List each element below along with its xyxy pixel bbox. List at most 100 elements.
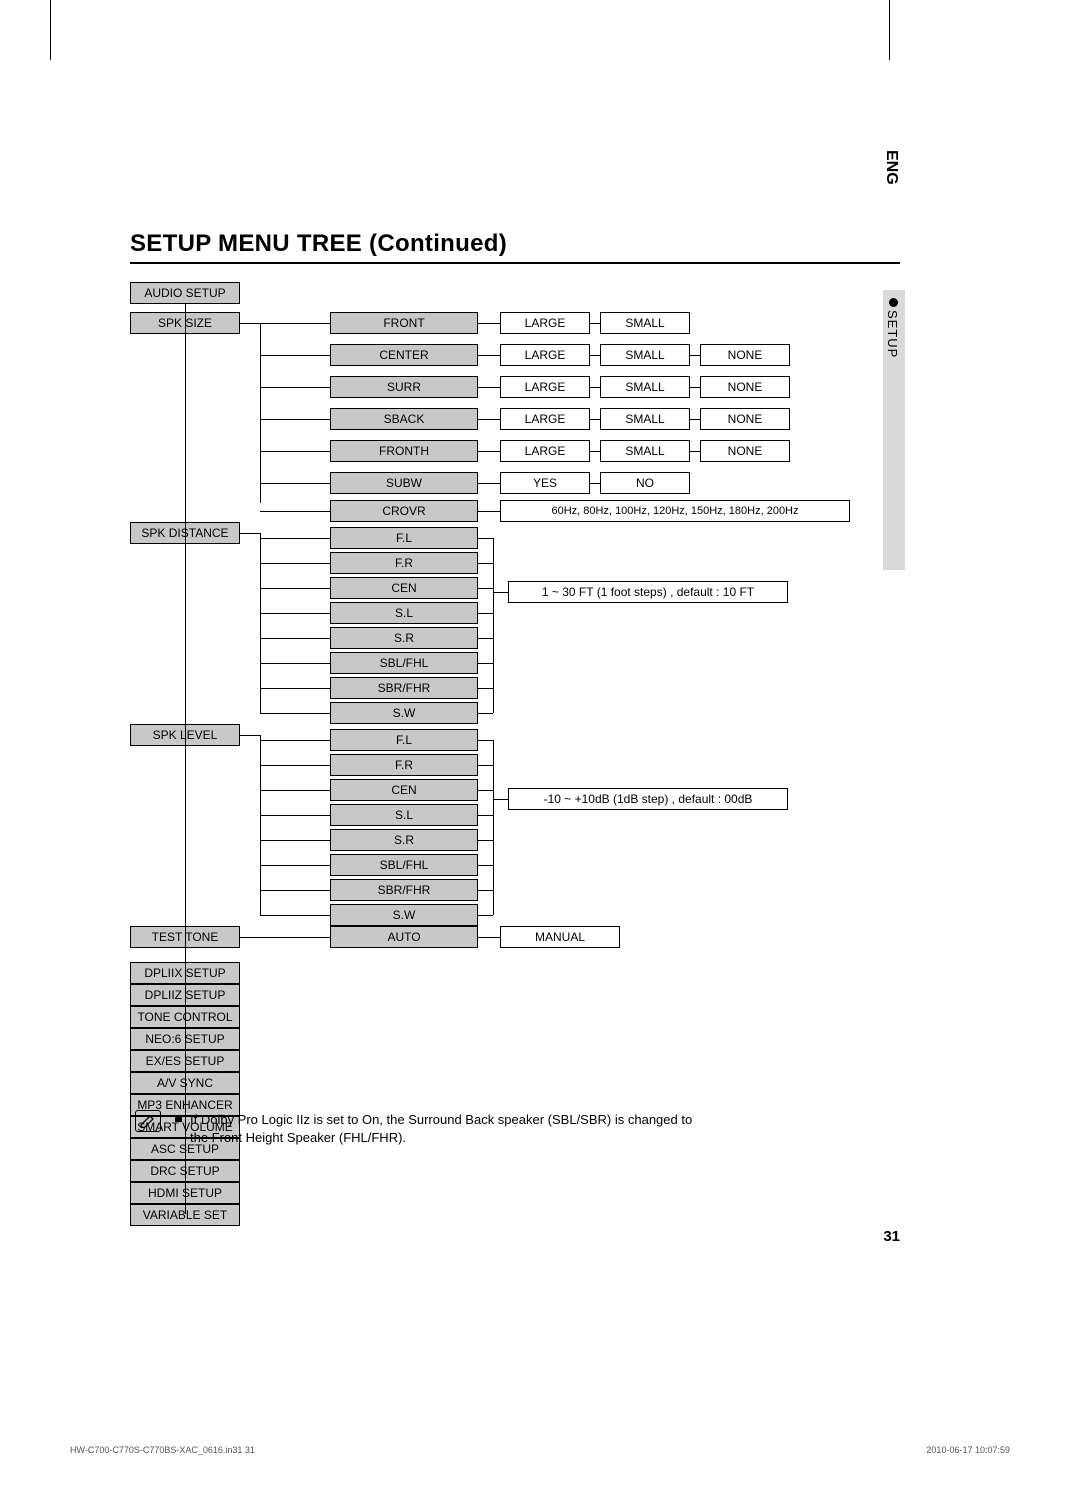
tree-line <box>478 840 493 841</box>
spk-dist-item: SBL/FHL <box>330 652 478 674</box>
tree-line <box>260 915 330 916</box>
tree-line <box>478 588 493 589</box>
tree-line <box>478 538 493 539</box>
tree-line <box>260 323 330 324</box>
option: LARGE <box>500 440 590 462</box>
tree-line <box>478 915 493 916</box>
tree-line <box>260 713 330 714</box>
spk-size-item: SUBW <box>330 472 478 494</box>
spk-lvl-item: SBR/FHR <box>330 879 478 901</box>
tree-line <box>478 387 500 388</box>
option: NONE <box>700 376 790 398</box>
option: NONE <box>700 408 790 430</box>
spk-size-item: FRONTH <box>330 440 478 462</box>
tree-line <box>260 663 330 664</box>
crop-mark <box>50 0 51 60</box>
tree-line <box>260 613 330 614</box>
tree-line <box>260 483 330 484</box>
spk-size-item: FRONT <box>330 312 478 334</box>
tree-line <box>478 638 493 639</box>
tree-line <box>478 511 500 512</box>
option: YES <box>500 472 590 494</box>
tree-line <box>493 592 508 593</box>
tree-line <box>260 735 261 915</box>
tree-line <box>478 815 493 816</box>
tree-line <box>260 638 330 639</box>
tree-line <box>260 840 330 841</box>
spk-size-item: SBACK <box>330 408 478 430</box>
tree-line <box>690 419 700 420</box>
option: SMALL <box>600 376 690 398</box>
spk-dist-item: F.L <box>330 527 478 549</box>
spk-dist-item: S.R <box>330 627 478 649</box>
spk-size-item: CENTER <box>330 344 478 366</box>
spk-lvl-item: S.R <box>330 829 478 851</box>
spk-dist-item: F.R <box>330 552 478 574</box>
tree-line <box>478 663 493 664</box>
tree-line <box>478 790 493 791</box>
option: NONE <box>700 440 790 462</box>
spk-lvl-item: S.L <box>330 804 478 826</box>
tree-line <box>260 387 330 388</box>
tree-line <box>590 451 600 452</box>
tree-line <box>478 865 493 866</box>
tree-line <box>260 890 330 891</box>
tree-line <box>240 533 260 534</box>
option: LARGE <box>500 344 590 366</box>
menu-audio-setup: AUDIO SETUP <box>130 282 240 304</box>
spk-lvl-item: F.L <box>330 729 478 751</box>
note-bullet-icon <box>175 1115 182 1122</box>
crop-mark <box>889 0 890 60</box>
tree-line <box>478 323 500 324</box>
tree-line <box>260 538 330 539</box>
language-tab: ENG <box>882 150 900 185</box>
spk-dist-item: SBR/FHR <box>330 677 478 699</box>
tree-line <box>478 451 500 452</box>
tree-line <box>260 588 330 589</box>
spk-dist-item: CEN <box>330 577 478 599</box>
tree-line <box>590 323 600 324</box>
menu-tree-diagram: AUDIO SETUP SPK SIZE SPK DISTANCE SPK LE… <box>130 282 900 1212</box>
tree-line <box>478 355 500 356</box>
tree-line <box>260 740 330 741</box>
footer-timestamp: 2010-06-17 10:07:59 <box>926 1445 1010 1455</box>
option: SMALL <box>600 312 690 334</box>
tree-line <box>478 740 493 741</box>
tree-line <box>478 765 493 766</box>
tree-line <box>260 355 330 356</box>
spk-dist-item: S.L <box>330 602 478 624</box>
tree-line <box>690 387 700 388</box>
option: LARGE <box>500 408 590 430</box>
tree-line <box>478 483 500 484</box>
test-tone-opt: AUTO <box>330 926 478 948</box>
tree-line <box>260 790 330 791</box>
option: SMALL <box>600 408 690 430</box>
spk-size-item: SURR <box>330 376 478 398</box>
tree-line <box>260 451 330 452</box>
tree-line <box>493 538 494 713</box>
note-icon <box>135 1110 161 1132</box>
spk-lvl-value: -10 ~ +10dB (1dB step) , default : 00dB <box>508 788 788 810</box>
tree-line <box>478 688 493 689</box>
tree-line <box>478 890 493 891</box>
spk-lvl-item: S.W <box>330 904 478 926</box>
tree-line <box>478 419 500 420</box>
tree-line <box>590 483 600 484</box>
tree-line <box>478 713 493 714</box>
tree-line <box>260 865 330 866</box>
tree-line <box>260 511 330 512</box>
tree-line <box>590 419 600 420</box>
pencil-icon <box>139 1114 157 1128</box>
tree-line <box>185 304 186 1214</box>
tree-line <box>590 387 600 388</box>
spk-size-item: CROVR <box>330 500 478 522</box>
tree-line <box>260 419 330 420</box>
tree-line <box>260 533 261 713</box>
tree-line <box>493 740 494 915</box>
option-text: 60Hz, 80Hz, 100Hz, 120Hz, 150Hz, 180Hz, … <box>500 500 850 522</box>
spk-dist-item: S.W <box>330 702 478 724</box>
option: NO <box>600 472 690 494</box>
tree-line <box>690 355 700 356</box>
tree-line <box>493 799 508 800</box>
tree-line <box>240 937 330 938</box>
